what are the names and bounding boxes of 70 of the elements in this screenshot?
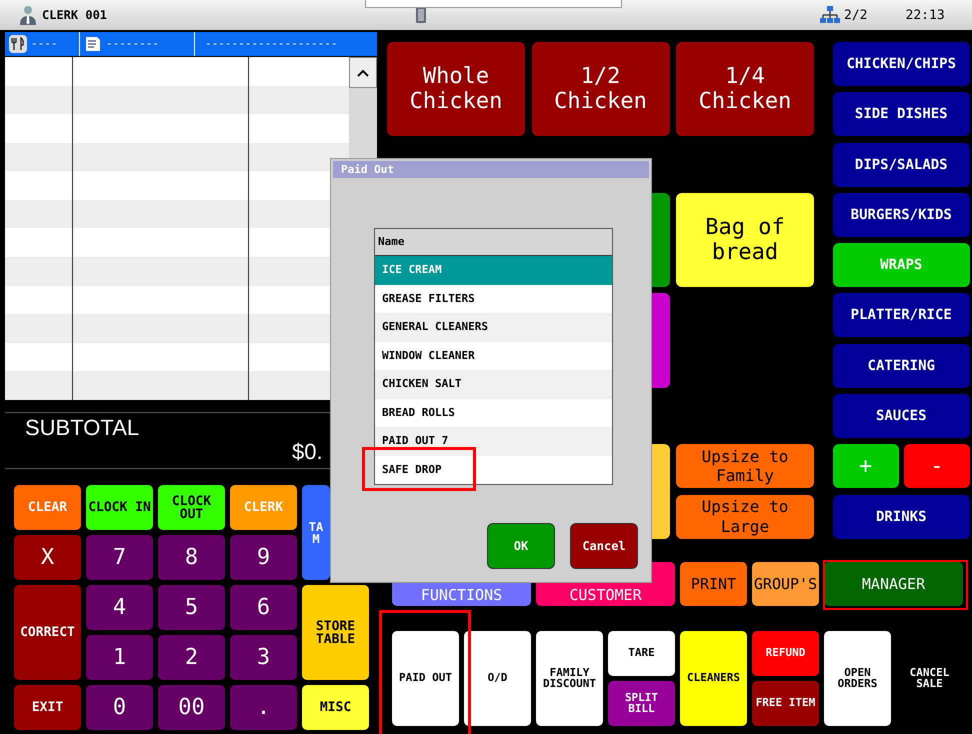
product-button[interactable]: Upsize to Family [676, 444, 814, 488]
keypad-key[interactable]: 1 [86, 635, 153, 680]
category-button[interactable]: DIPS/SALADS [832, 142, 970, 187]
keypad-key[interactable]: 3 [230, 635, 297, 680]
keypad-key[interactable]: 9 [230, 535, 297, 580]
action-button[interactable]: SPLIT BILL [608, 680, 675, 726]
fork-knife-icon [9, 35, 27, 53]
function-button[interactable]: MANAGER [824, 562, 963, 606]
keypad-key[interactable]: TA M [302, 485, 330, 580]
quantity-button[interactable]: - [904, 444, 970, 488]
action-button[interactable]: FREE ITEM [752, 680, 819, 726]
function-button[interactable]: GROUP'S [752, 562, 819, 606]
keypad-key[interactable]: CLOCK OUT [158, 485, 225, 530]
category-button[interactable]: DRINKS [832, 494, 970, 539]
clerk-icon [18, 5, 38, 25]
keypad-key[interactable]: EXIT [14, 685, 81, 730]
action-button[interactable]: REFUND [752, 630, 819, 676]
keypad-key[interactable]: CLOCK IN [86, 485, 153, 530]
keypad-key[interactable]: 2 [158, 635, 225, 680]
keypad-key[interactable]: MISC [302, 685, 369, 730]
network-icon [820, 6, 840, 24]
keypad-key[interactable]: 00 [158, 685, 225, 730]
keypad-key[interactable]: STORE TABLE [302, 585, 369, 680]
action-button[interactable]: OPEN ORDERS [824, 630, 891, 726]
list-item[interactable]: GENERAL CLEANERS [375, 313, 612, 342]
station-count: 2/2 [844, 8, 868, 22]
product-button[interactable]: Upsize to Large [676, 494, 814, 539]
keypad-key[interactable]: X [14, 535, 81, 580]
product-button[interactable]: 1/4 Chicken [676, 42, 814, 136]
subtotal-label: SUBTOTAL [25, 415, 140, 441]
customer-name: -------------------- [204, 36, 338, 52]
ticket-number: -------- [106, 32, 195, 56]
action-button[interactable]: TARE [608, 630, 675, 676]
table-number: ---- [31, 32, 80, 56]
keypad-key[interactable]: 5 [158, 585, 225, 630]
keypad-key[interactable]: 4 [86, 585, 153, 630]
column-header: Name [375, 229, 612, 256]
action-button[interactable]: CLEANERS [680, 630, 747, 726]
chevron-up-icon [357, 68, 369, 76]
note-icon [84, 35, 102, 53]
subtotal-amount: $0. [292, 439, 323, 465]
action-button[interactable]: O/D [464, 630, 531, 726]
keypad-key[interactable]: 7 [86, 535, 153, 580]
category-button[interactable]: SAUCES [832, 394, 970, 438]
product-button[interactable]: Whole Chicken [387, 42, 525, 136]
clerk-name: CLERK 001 [42, 8, 108, 22]
keypad-key[interactable]: 0 [86, 685, 153, 730]
dialog-title: Paid Out [333, 161, 649, 178]
action-button[interactable]: FAMILY DISCOUNT [536, 630, 603, 726]
list-item[interactable]: CHICKEN SALT [375, 370, 612, 398]
product-button[interactable]: 1/2 Chicken [532, 42, 670, 136]
keypad-key[interactable]: 8 [158, 535, 225, 580]
product-button[interactable]: Bag of bread [676, 192, 814, 288]
keypad-key[interactable]: . [230, 685, 297, 730]
clock-time: 22:13 [906, 8, 945, 22]
keypad-key[interactable]: CORRECT [14, 585, 81, 680]
category-button[interactable]: CHICKEN/CHIPS [832, 42, 970, 86]
scroll-up-button[interactable] [349, 57, 377, 88]
list-item[interactable]: PAID OUT 7 [375, 427, 612, 456]
ok-button[interactable]: OK [487, 523, 555, 569]
device-icon [415, 6, 428, 24]
cancel-button[interactable]: Cancel [570, 523, 638, 569]
category-button[interactable]: CATERING [832, 344, 970, 388]
category-button[interactable]: BURGERS/KIDS [832, 192, 970, 237]
action-button[interactable]: CANCEL SALE [896, 630, 963, 726]
function-button[interactable]: PRINT [680, 562, 747, 606]
category-button[interactable]: PLATTER/RICE [832, 293, 970, 338]
action-button[interactable]: PAID OUT [392, 630, 459, 726]
keypad-key[interactable]: 6 [230, 585, 297, 630]
category-button[interactable]: SIDE DISHES [832, 92, 970, 136]
